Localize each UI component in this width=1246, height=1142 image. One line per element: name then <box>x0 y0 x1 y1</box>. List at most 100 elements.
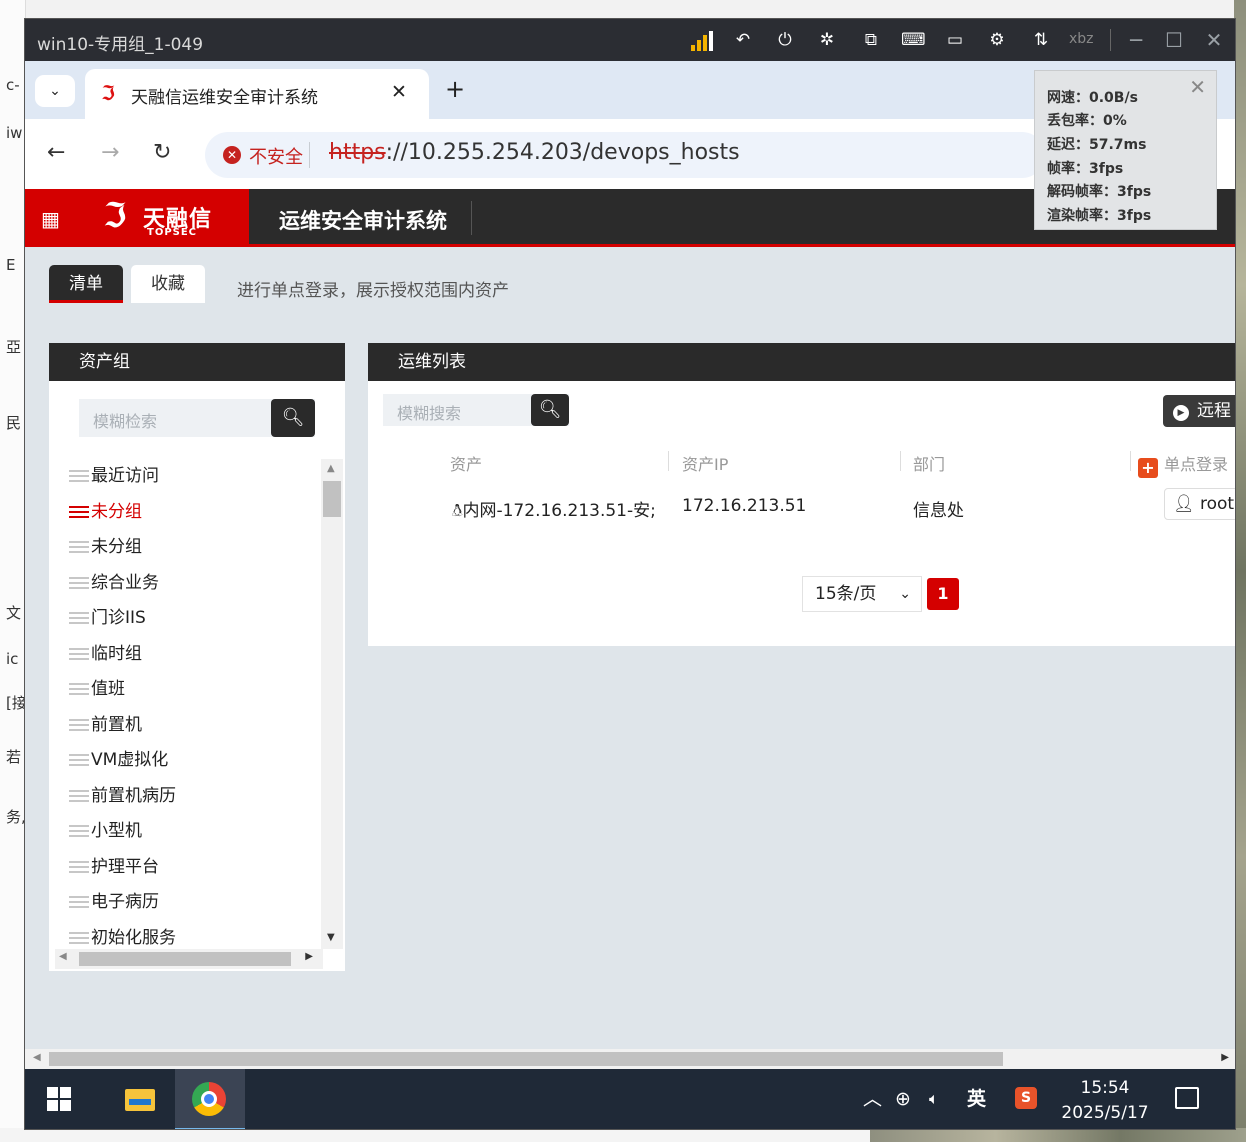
page-size-select[interactable]: 15条/页 ⌄ <box>802 576 922 612</box>
list-icon <box>69 683 89 695</box>
asset-group-tree: 最近访问 未分组 未分组 综合业务 门诊IIS 临时组 值班 前置机 VM虚拟化… <box>69 459 319 949</box>
maximize-icon[interactable]: ☐ <box>1161 27 1187 53</box>
scroll-thumb[interactable] <box>323 481 341 517</box>
notification-icon[interactable] <box>1175 1087 1199 1109</box>
tab-close-icon[interactable]: ✕ <box>391 81 407 103</box>
add-icon[interactable]: + <box>1138 458 1158 478</box>
search-icon[interactable]: 🔍︎ <box>271 399 315 437</box>
tab-search-button[interactable]: ⌄ <box>35 75 75 107</box>
chevron-up-icon[interactable]: ︿ <box>863 1085 882 1113</box>
asset-group-search[interactable]: 模糊检索 🔍︎ <box>79 399 315 437</box>
group-item[interactable]: 初始化服务 <box>69 921 319 950</box>
settings-icon[interactable]: ⚙ <box>985 28 1009 52</box>
file-explorer-icon[interactable] <box>103 1069 173 1129</box>
transfer-icon[interactable]: ⇅ <box>1029 28 1053 52</box>
volume-icon[interactable]: 🔈︎ <box>929 1085 939 1113</box>
ime-indicator[interactable]: 英 <box>967 1085 986 1113</box>
group-item-label: 门诊IIS <box>91 608 146 628</box>
clipboard-icon[interactable]: ⧉ <box>859 28 883 52</box>
scroll-left-icon[interactable]: ◀ <box>59 951 67 962</box>
host-fragment: 务, <box>6 808 26 826</box>
group-item[interactable]: 门诊IIS <box>69 601 319 637</box>
signal-bars-icon[interactable] <box>691 31 713 51</box>
address-bar[interactable]: ✕ 不安全 https://10.255.254.203/devops_host… <box>205 132 1045 178</box>
insecure-icon: ✕ <box>223 146 241 164</box>
col-separator <box>1130 451 1131 471</box>
scroll-thumb[interactable] <box>49 1052 1003 1066</box>
title-separator <box>1110 29 1111 51</box>
sso-account-button[interactable]: 👤︎ root <box>1164 488 1235 520</box>
search-icon[interactable]: 🔍︎ <box>531 394 569 426</box>
keyboard-icon[interactable]: ⌨ <box>901 28 926 52</box>
group-item[interactable]: 值班 <box>69 672 319 708</box>
ops-search[interactable]: 模糊搜索 🔍︎ <box>383 394 569 426</box>
remote-title-bar: win10-专用组_1-049 ↶ ⏻ ✲ ⧉ ⌨ ▭ ⚙ ⇅ xbz ─ ☐ … <box>25 19 1235 61</box>
group-item-label: 综合业务 <box>91 572 159 593</box>
remote-button[interactable]: ▶ 远程 <box>1163 395 1235 427</box>
scroll-right-icon[interactable]: ▶ <box>305 951 313 962</box>
stat-render-fps: 渲染帧率：3fps <box>1047 208 1152 224</box>
url-text[interactable]: https://10.255.254.203/devops_hosts <box>329 140 740 165</box>
play-icon: ▶ <box>1173 405 1189 421</box>
close-icon[interactable]: ✕ <box>1189 75 1206 99</box>
chrome-icon[interactable] <box>175 1069 245 1129</box>
sso-account-label: root <box>1200 494 1235 514</box>
cell-asset-text: 内网-172.16.213.51-安; <box>462 501 656 521</box>
forward-icon[interactable]: → <box>101 139 119 167</box>
group-item-label: 值班 <box>91 679 125 699</box>
clock-time: 15:54 <box>1080 1078 1130 1098</box>
minimize-icon[interactable]: ─ <box>1123 27 1149 53</box>
group-item-label: 前置机病历 <box>91 785 176 806</box>
insecure-label[interactable]: 不安全 <box>249 143 303 169</box>
group-item[interactable]: 电子病历 <box>69 885 319 921</box>
group-item-selected[interactable]: 未分组 <box>69 495 319 531</box>
group-item[interactable]: 前置机病历 <box>69 779 319 815</box>
group-item-label: 临时组 <box>91 643 142 664</box>
app-grid-icon[interactable]: ▦ <box>41 208 63 230</box>
cell-asset[interactable]: 🐧︎内网-172.16.213.51-安; <box>452 496 656 523</box>
tab-favorites[interactable]: 收藏 <box>131 265 205 303</box>
clock[interactable]: 15:54 2025/5/17 <box>1057 1076 1153 1126</box>
group-item[interactable]: 未分组 <box>69 530 319 566</box>
scroll-up-icon[interactable]: ▲ <box>327 463 335 474</box>
group-item[interactable]: 临时组 <box>69 637 319 673</box>
page-number-button[interactable]: 1 <box>927 578 959 610</box>
new-tab-icon[interactable]: + <box>445 77 465 101</box>
fullscreen-exit-icon[interactable]: ✲ <box>815 28 839 52</box>
back-icon[interactable]: ← <box>47 139 65 167</box>
url-rest: ://10.255.254.203/devops_hosts <box>385 140 740 165</box>
reload-icon[interactable]: ↻ <box>153 139 171 167</box>
scroll-down-icon[interactable]: ▼ <box>327 932 335 943</box>
window-icon[interactable]: ▭ <box>943 28 967 52</box>
power-icon[interactable]: ⏻ <box>773 28 797 52</box>
globe-icon[interactable]: ⊕ <box>895 1085 911 1113</box>
group-item-label: VM虚拟化 <box>91 750 169 770</box>
tree-vertical-scrollbar[interactable]: ▲ ▼ <box>321 459 343 949</box>
sogou-ime-icon[interactable]: S <box>1015 1087 1037 1109</box>
tree-horizontal-scrollbar[interactable]: ◀ ▶ <box>55 949 323 969</box>
group-item-label: 未分组 <box>91 537 142 557</box>
group-item[interactable]: VM虚拟化 <box>69 743 319 779</box>
group-item[interactable]: 护理平台 <box>69 850 319 886</box>
tab-list[interactable]: 清单 <box>49 265 123 303</box>
list-icon <box>69 718 89 731</box>
asset-group-title: 资产组 <box>49 343 345 381</box>
group-item[interactable]: 综合业务 <box>69 566 319 602</box>
page-horizontal-scrollbar[interactable]: ◀ ▶ <box>25 1049 1235 1069</box>
scroll-left-icon[interactable]: ◀ <box>33 1052 41 1063</box>
col-dept: 部门 <box>913 455 946 474</box>
stat-loss: 丢包率：0% <box>1047 113 1127 129</box>
browser-tab[interactable]: ℑ 天融信运维安全审计系统 ✕ <box>85 69 429 119</box>
back-arrow-icon[interactable]: ↶ <box>731 28 755 52</box>
group-item[interactable]: 小型机 <box>69 814 319 850</box>
tab-title: 天融信运维安全审计系统 <box>131 88 318 108</box>
group-item[interactable]: 前置机 <box>69 708 319 744</box>
group-item[interactable]: 最近访问 <box>69 459 319 495</box>
windows-start-icon[interactable] <box>47 1087 73 1113</box>
list-icon <box>69 931 89 944</box>
scroll-right-icon[interactable]: ▶ <box>1221 1052 1229 1063</box>
list-icon <box>69 789 89 802</box>
clock-date: 2025/5/17 <box>1061 1103 1149 1123</box>
scroll-thumb[interactable] <box>79 952 291 966</box>
close-icon[interactable]: ✕ <box>1201 27 1227 53</box>
